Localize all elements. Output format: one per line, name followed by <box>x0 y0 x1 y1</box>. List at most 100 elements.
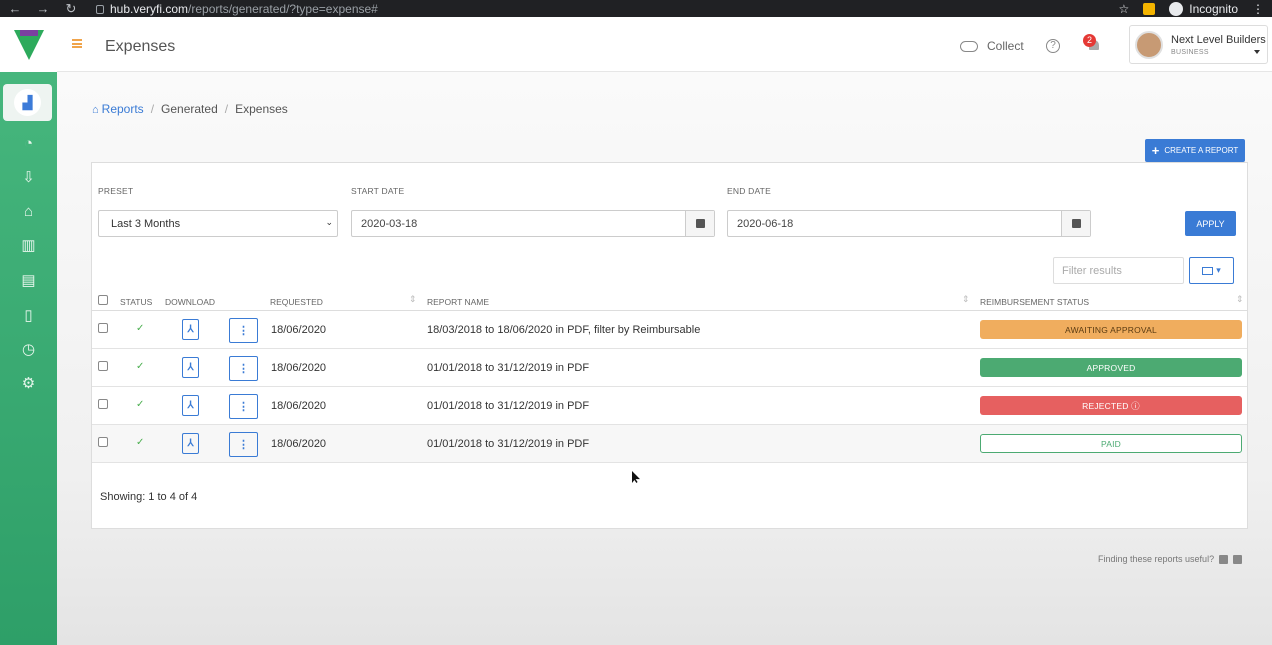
reload-icon[interactable]: ↻ <box>64 1 78 17</box>
browser-menu-icon[interactable]: ⋮ <box>1252 2 1264 16</box>
report-name[interactable]: 01/01/2018 to 31/12/2019 in PDF <box>427 438 589 450</box>
table-row[interactable]: ✓ ⅄ ⋮ 18/06/2020 01/01/2018 to 31/12/201… <box>92 425 1247 463</box>
select-all-checkbox[interactable] <box>98 295 108 305</box>
table-row[interactable]: ✓ ⅄ ⋮ 18/06/2020 01/01/2018 to 31/12/201… <box>92 387 1247 425</box>
status-check-icon: ✓ <box>136 323 145 334</box>
sidebar-item-history[interactable]: ◷ <box>0 334 57 364</box>
start-date-input[interactable]: 2020-03-18 <box>351 210 715 237</box>
column-header-requested[interactable]: REQUESTED <box>270 297 323 307</box>
status-badge: APPROVED <box>980 358 1242 377</box>
sidebar-item-tasks[interactable]: ▯ <box>0 300 57 330</box>
status-badge: AWAITING APPROVAL <box>980 320 1242 339</box>
sort-icon[interactable]: ⇕ <box>1236 294 1244 305</box>
reports-card: PRESET START DATE END DATE Last 3 Months… <box>91 162 1248 529</box>
preset-label: PRESET <box>98 186 134 196</box>
caret-down-icon: ▾ <box>1216 265 1221 275</box>
report-name[interactable]: 01/01/2018 to 31/12/2019 in PDF <box>427 400 589 412</box>
archive-icon: ▤ <box>21 272 36 289</box>
status-check-icon: ✓ <box>136 437 145 448</box>
pdf-download-icon[interactable]: ⅄ <box>182 433 199 454</box>
feedback-question: Finding these reports useful? <box>1098 554 1215 564</box>
create-report-label: CREATE A REPORT <box>1164 146 1239 155</box>
pdf-download-icon[interactable]: ⅄ <box>182 395 199 416</box>
requested-date: 18/06/2020 <box>271 362 327 374</box>
table-row[interactable]: ✓ ⅄ ⋮ 18/06/2020 18/03/2018 to 18/06/202… <box>92 311 1247 349</box>
page-title: Expenses <box>105 38 176 55</box>
report-name[interactable]: 18/03/2018 to 18/06/2020 in PDF, filter … <box>427 324 700 336</box>
status-badge[interactable]: REJECTED ⓘ <box>980 396 1242 415</box>
incognito-icon <box>1169 1 1184 16</box>
thumbs-up-icon[interactable] <box>1219 554 1229 564</box>
forward-icon[interactable]: → <box>36 1 50 16</box>
requested-date: 18/06/2020 <box>271 324 327 336</box>
thumbs-down-icon[interactable] <box>1233 554 1243 564</box>
help-icon[interactable]: ? <box>1046 39 1060 53</box>
preset-select[interactable]: Last 3 Months ⌄ <box>98 210 338 237</box>
end-date-input[interactable]: 2020-06-18 <box>727 210 1091 237</box>
end-date-label: END DATE <box>727 186 771 196</box>
report-name[interactable]: 01/01/2018 to 31/12/2019 in PDF <box>427 362 589 374</box>
start-calendar-button[interactable] <box>685 211 714 236</box>
column-header-reimbursement-status[interactable]: REIMBURSEMENT STATUS <box>980 297 1089 307</box>
row-actions-button[interactable]: ⋮ <box>229 432 258 457</box>
bookmark-star-icon[interactable]: ☆ <box>1119 2 1130 16</box>
sidebar-item-inbox[interactable]: ⇩ <box>0 162 57 192</box>
column-header-report-name[interactable]: REPORT NAME <box>427 297 489 307</box>
apply-button[interactable]: APPLY <box>1185 211 1236 236</box>
pdf-download-icon[interactable]: ⅄ <box>182 319 199 340</box>
create-report-button[interactable]: + CREATE A REPORT <box>1145 139 1245 162</box>
row-actions-button[interactable]: ⋮ <box>229 394 258 419</box>
veryfi-logo[interactable] <box>0 17 57 72</box>
collect-label: Collect <box>987 39 1024 53</box>
filter-results-input[interactable]: Filter results <box>1053 257 1184 284</box>
sort-icon[interactable]: ⇕ <box>962 294 970 305</box>
lock-icon <box>96 5 104 14</box>
sidebar-item-settings[interactable]: ⚙ <box>0 368 57 398</box>
sidebar-item-charts[interactable]: ▥ <box>0 230 57 260</box>
address-bar[interactable]: hub.veryfi.com/reports/generated/?type=e… <box>96 2 378 16</box>
sidebar-item-reports[interactable]: ▟ <box>3 84 52 121</box>
breadcrumb: ⌂ Reports / Generated / Expenses <box>92 102 288 116</box>
status-check-icon: ✓ <box>136 399 145 410</box>
settings-gear-icon: ⚙ <box>21 375 36 392</box>
back-icon[interactable]: ← <box>8 1 22 16</box>
column-toggle-button[interactable]: ▾ <box>1189 257 1234 284</box>
row-actions-button[interactable]: ⋮ <box>229 356 258 381</box>
sidebar: ▟ ◔ ⇩ ⌂ ▥ ▤ ▯ ◷ ⚙ <box>0 72 57 645</box>
row-checkbox[interactable] <box>98 323 108 333</box>
end-calendar-button[interactable] <box>1061 211 1090 236</box>
breadcrumb-root-label: Reports <box>101 102 144 116</box>
row-checkbox[interactable] <box>98 361 108 371</box>
calendar-icon <box>695 219 705 228</box>
breadcrumb-reports-link[interactable]: ⌂ Reports <box>92 102 144 116</box>
row-checkbox[interactable] <box>98 437 108 447</box>
main-content: ⌂ Reports / Generated / Expenses + CREATE… <box>57 72 1272 645</box>
pdf-download-icon[interactable]: ⅄ <box>182 357 199 378</box>
bar-chart-icon: ▥ <box>21 237 36 254</box>
bank-icon: ⌂ <box>23 202 34 220</box>
table-header: STATUS DOWNLOAD REQUESTED ⇕ REPORT NAME … <box>92 290 1247 311</box>
row-checkbox[interactable] <box>98 399 108 409</box>
sidebar-item-analytics[interactable]: ◔ <box>0 128 57 158</box>
sort-icon[interactable]: ⇕ <box>409 294 417 305</box>
account-switcher[interactable]: Next Level Builders BUSINESS <box>1129 25 1268 64</box>
sidebar-item-archive[interactable]: ▤ <box>0 265 57 295</box>
extension-icon[interactable] <box>1143 2 1156 15</box>
hamburger-menu-icon[interactable] <box>72 39 82 48</box>
breadcrumb-generated[interactable]: Generated <box>161 102 218 116</box>
account-plan: BUSINESS <box>1171 48 1209 56</box>
status-check-icon: ✓ <box>136 361 145 372</box>
feedback-prompt: Finding these reports useful? <box>1098 554 1243 564</box>
inbox-icon: ⇩ <box>22 169 35 186</box>
caret-down-icon <box>1254 50 1260 54</box>
clipboard-icon: ▯ <box>24 307 33 324</box>
sidebar-item-banking[interactable]: ⌂ <box>0 196 57 226</box>
row-actions-button[interactable]: ⋮ <box>229 318 258 343</box>
url-host: hub.veryfi.com <box>110 1 189 16</box>
home-icon: ⌂ <box>92 104 99 116</box>
table-row[interactable]: ✓ ⅄ ⋮ 18/06/2020 01/01/2018 to 31/12/201… <box>92 349 1247 387</box>
incognito-indicator[interactable]: Incognito <box>1169 1 1238 16</box>
browser-nav: ← → ↻ <box>0 1 78 17</box>
account-name: Next Level Builders <box>1171 33 1266 46</box>
collect-button[interactable]: Collect <box>960 39 1024 53</box>
